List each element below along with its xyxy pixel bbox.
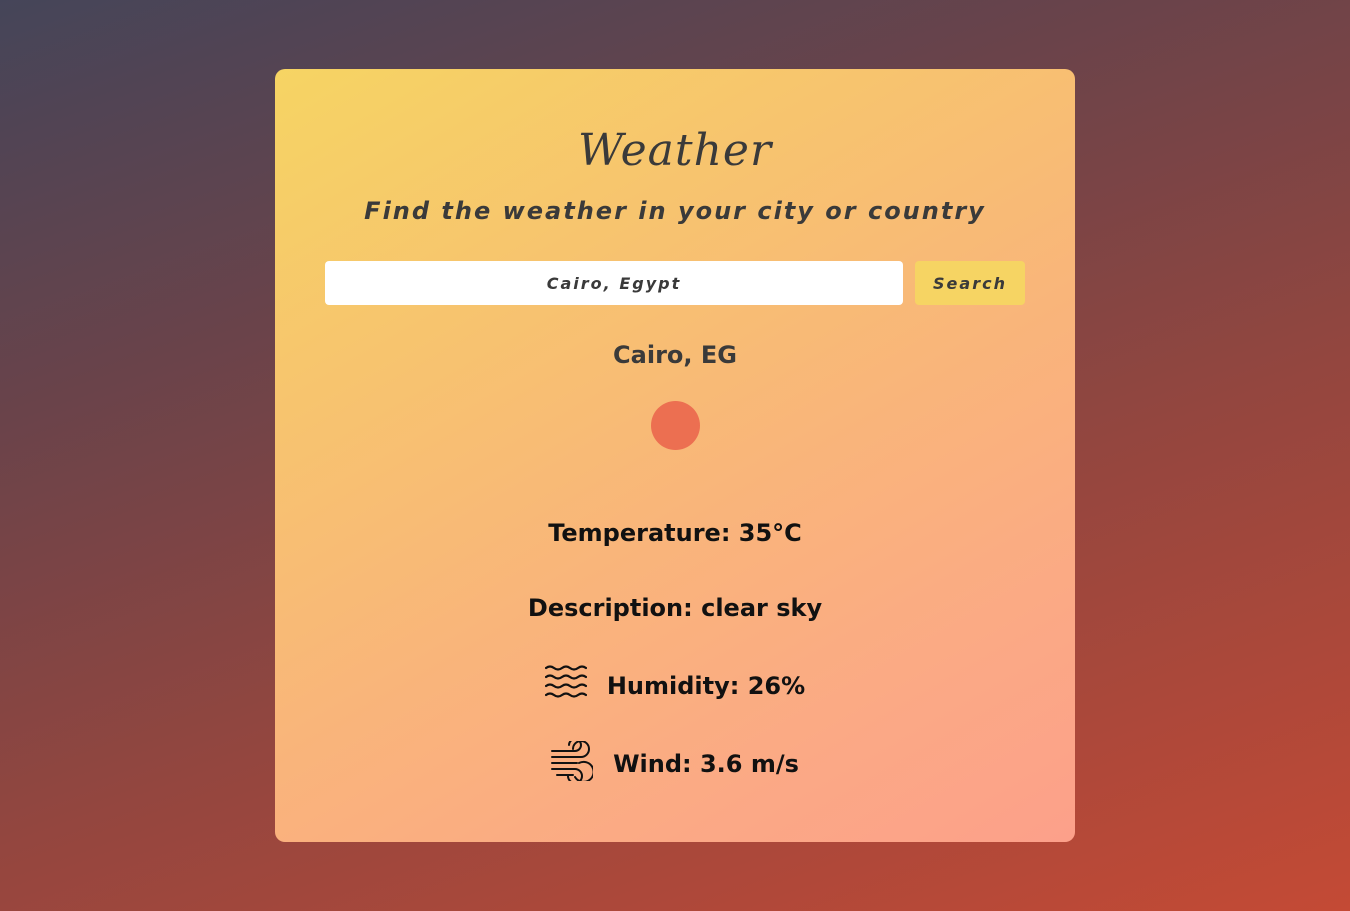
humidity-row: Humidity: 26% [275, 664, 1075, 708]
app-title: Weather [578, 125, 772, 176]
description-text: Description: clear sky [527, 594, 823, 622]
app-subtitle: Find the weather in your city or country [364, 197, 986, 225]
sun-icon [651, 401, 700, 450]
city-name: Cairo, EG [613, 341, 737, 369]
search-button[interactable]: Search [915, 261, 1025, 305]
wind-text: Wind: 3.6 m/s [613, 750, 799, 778]
humidity-waves-icon [544, 664, 587, 708]
search-input[interactable] [325, 261, 903, 305]
wind-row: Wind: 3.6 m/s [275, 738, 1075, 787]
humidity-text: Humidity: 26% [606, 672, 806, 700]
wind-icon [551, 738, 595, 787]
temperature-row: Temperature: 35°C [275, 519, 1075, 547]
weather-card: Weather Find the weather in your city or… [275, 69, 1075, 842]
description-row: Description: clear sky [275, 594, 1075, 622]
temperature-text: Temperature: 35°C [548, 519, 802, 547]
